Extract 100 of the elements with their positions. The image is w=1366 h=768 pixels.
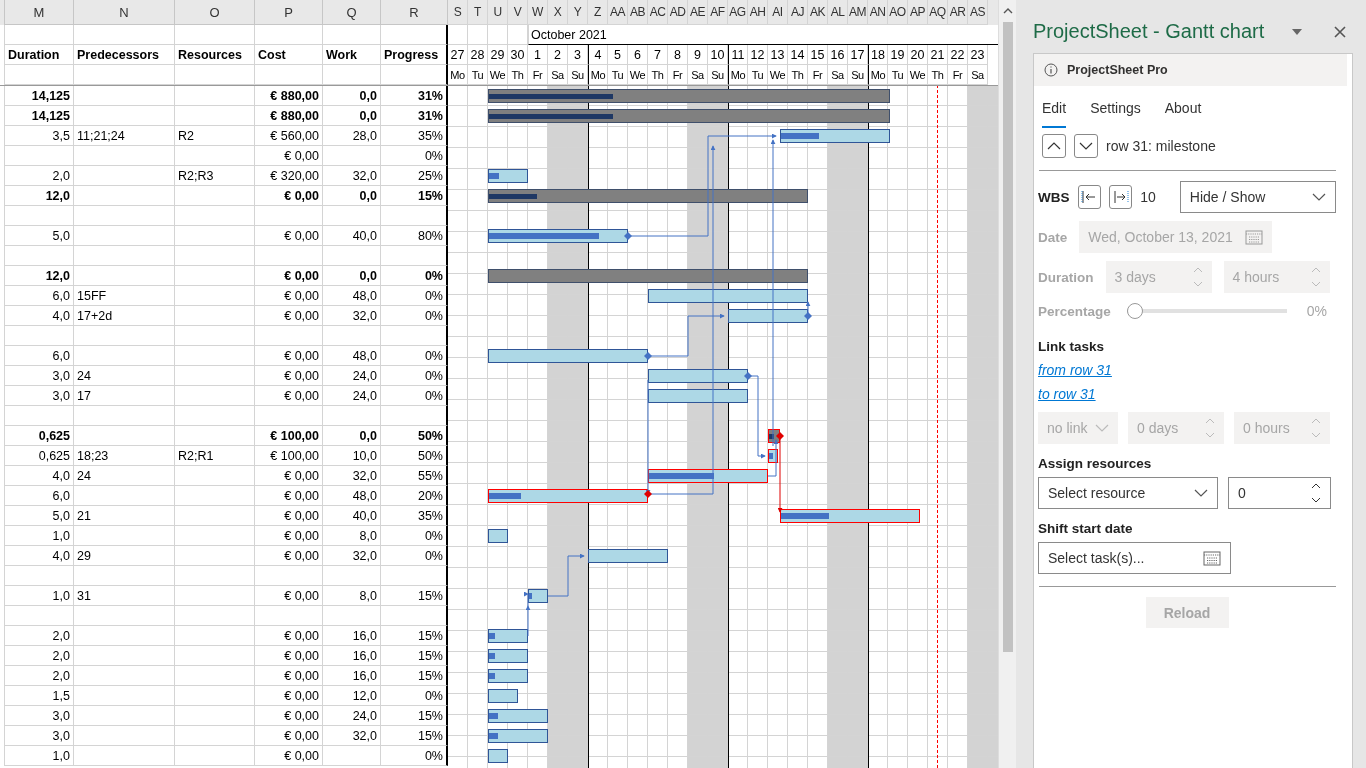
task-bar[interactable] — [488, 709, 548, 723]
link-diamond-icon — [644, 490, 652, 498]
task-bar[interactable] — [488, 749, 508, 763]
units-spinner[interactable]: 0 — [1228, 477, 1331, 509]
column-letter[interactable]: Y — [568, 0, 588, 25]
column-letter[interactable]: AR — [948, 0, 968, 25]
column-letter[interactable]: M — [5, 0, 74, 25]
column-header: Duration — [5, 45, 74, 65]
table-cell: 15% — [381, 646, 448, 666]
table-cell: 0% — [381, 146, 448, 166]
column-letter[interactable]: Z — [588, 0, 608, 25]
task-bar[interactable] — [728, 309, 808, 323]
weekday-label: Sa — [688, 65, 708, 85]
column-letter[interactable]: AS — [968, 0, 988, 25]
column-letter[interactable]: AI — [768, 0, 788, 25]
table-cell: € 320,00 — [255, 166, 323, 186]
column-letter[interactable]: AB — [628, 0, 648, 25]
table-cell: 15% — [381, 186, 448, 206]
column-letter[interactable]: X — [548, 0, 568, 25]
table-cell: 16,0 — [323, 646, 381, 666]
task-bar[interactable] — [648, 389, 748, 403]
task-bar[interactable] — [780, 509, 920, 523]
column-letter[interactable]: N — [74, 0, 175, 25]
column-letter[interactable]: AQ — [928, 0, 948, 25]
task-bar[interactable] — [488, 169, 528, 183]
column-letter[interactable]: T — [468, 0, 488, 25]
task-bar[interactable] — [488, 529, 508, 543]
table-cell: 48,0 — [323, 486, 381, 506]
column-letter[interactable]: AK — [808, 0, 828, 25]
task-bar[interactable] — [488, 729, 548, 743]
scroll-up-icon[interactable] — [1002, 7, 1013, 14]
column-letter[interactable]: P — [255, 0, 323, 25]
visibility-dropdown[interactable]: Hide / Show — [1179, 181, 1336, 213]
table-cell — [468, 25, 488, 45]
day-number: 10 — [708, 45, 728, 65]
previous-row-button[interactable] — [1042, 134, 1066, 158]
summary-bar[interactable] — [488, 189, 808, 203]
column-letter[interactable]: R — [381, 0, 448, 25]
column-letter[interactable]: Q — [323, 0, 381, 25]
tab[interactable]: Settings — [1090, 94, 1141, 128]
task-bar[interactable] — [588, 549, 668, 563]
resource-dropdown[interactable]: Select resource — [1038, 477, 1218, 509]
summary-bar[interactable] — [488, 89, 890, 103]
column-letter[interactable]: AD — [668, 0, 688, 25]
scrollbar-thumb[interactable] — [1002, 22, 1013, 652]
table-cell — [255, 406, 323, 426]
column-letter[interactable]: AO — [888, 0, 908, 25]
column-letter[interactable]: S — [448, 0, 468, 25]
table-cell — [323, 65, 381, 85]
task-bar[interactable] — [488, 489, 648, 503]
indent-button[interactable] — [1108, 185, 1133, 209]
table-cell: 0% — [381, 346, 448, 366]
column-letter[interactable]: AH — [748, 0, 768, 25]
task-bar[interactable] — [488, 629, 528, 643]
chevron-down-icon — [1095, 424, 1109, 432]
table-cell: 0% — [381, 686, 448, 706]
task-bar[interactable] — [488, 669, 528, 683]
task-bar[interactable] — [488, 349, 648, 363]
table-cell: 31 — [74, 586, 175, 606]
summary-bar[interactable] — [488, 109, 890, 123]
close-icon[interactable] — [1334, 25, 1347, 38]
vertical-scrollbar[interactable] — [998, 0, 1016, 768]
table-cell — [255, 25, 323, 45]
column-letter[interactable]: AP — [908, 0, 928, 25]
column-letter[interactable]: AJ — [788, 0, 808, 25]
task-bar[interactable] — [648, 289, 808, 303]
column-letter[interactable]: AC — [648, 0, 668, 25]
task-bar[interactable] — [488, 649, 528, 663]
task-bar[interactable] — [488, 689, 518, 703]
task-bar[interactable] — [528, 589, 548, 603]
column-letter[interactable]: W — [528, 0, 548, 25]
tab[interactable]: About — [1164, 94, 1202, 128]
day-number: 9 — [688, 45, 708, 65]
caret-icon[interactable] — [1292, 28, 1303, 35]
column-letter[interactable]: AN — [868, 0, 888, 25]
task-bar[interactable] — [648, 369, 748, 383]
task-bar[interactable] — [768, 449, 778, 463]
column-letter[interactable]: AM — [848, 0, 868, 25]
table-cell — [323, 606, 381, 626]
column-letter[interactable]: AG — [728, 0, 748, 25]
column-letter[interactable]: U — [488, 0, 508, 25]
column-letter[interactable]: AA — [608, 0, 628, 25]
column-letter[interactable]: AF — [708, 0, 728, 25]
next-row-button[interactable] — [1074, 134, 1098, 158]
column-letter[interactable]: AE — [688, 0, 708, 25]
table-cell: 16,0 — [323, 626, 381, 646]
column-letter[interactable]: O — [175, 0, 255, 25]
summary-bar[interactable] — [768, 429, 780, 443]
task-bar[interactable] — [488, 229, 628, 243]
task-bar[interactable] — [648, 469, 768, 483]
task-bar[interactable] — [780, 129, 890, 143]
outdent-button[interactable] — [1077, 185, 1101, 209]
column-letter[interactable]: AL — [828, 0, 848, 25]
column-letter[interactable]: V — [508, 0, 528, 25]
table-cell: 29 — [74, 546, 175, 566]
table-cell: R2;R1 — [175, 446, 255, 466]
table-cell: € 0,00 — [255, 546, 323, 566]
task-date-field[interactable]: Select task(s)... — [1038, 542, 1231, 574]
table-cell: 40,0 — [323, 506, 381, 526]
tab[interactable]: Edit — [1042, 94, 1067, 128]
